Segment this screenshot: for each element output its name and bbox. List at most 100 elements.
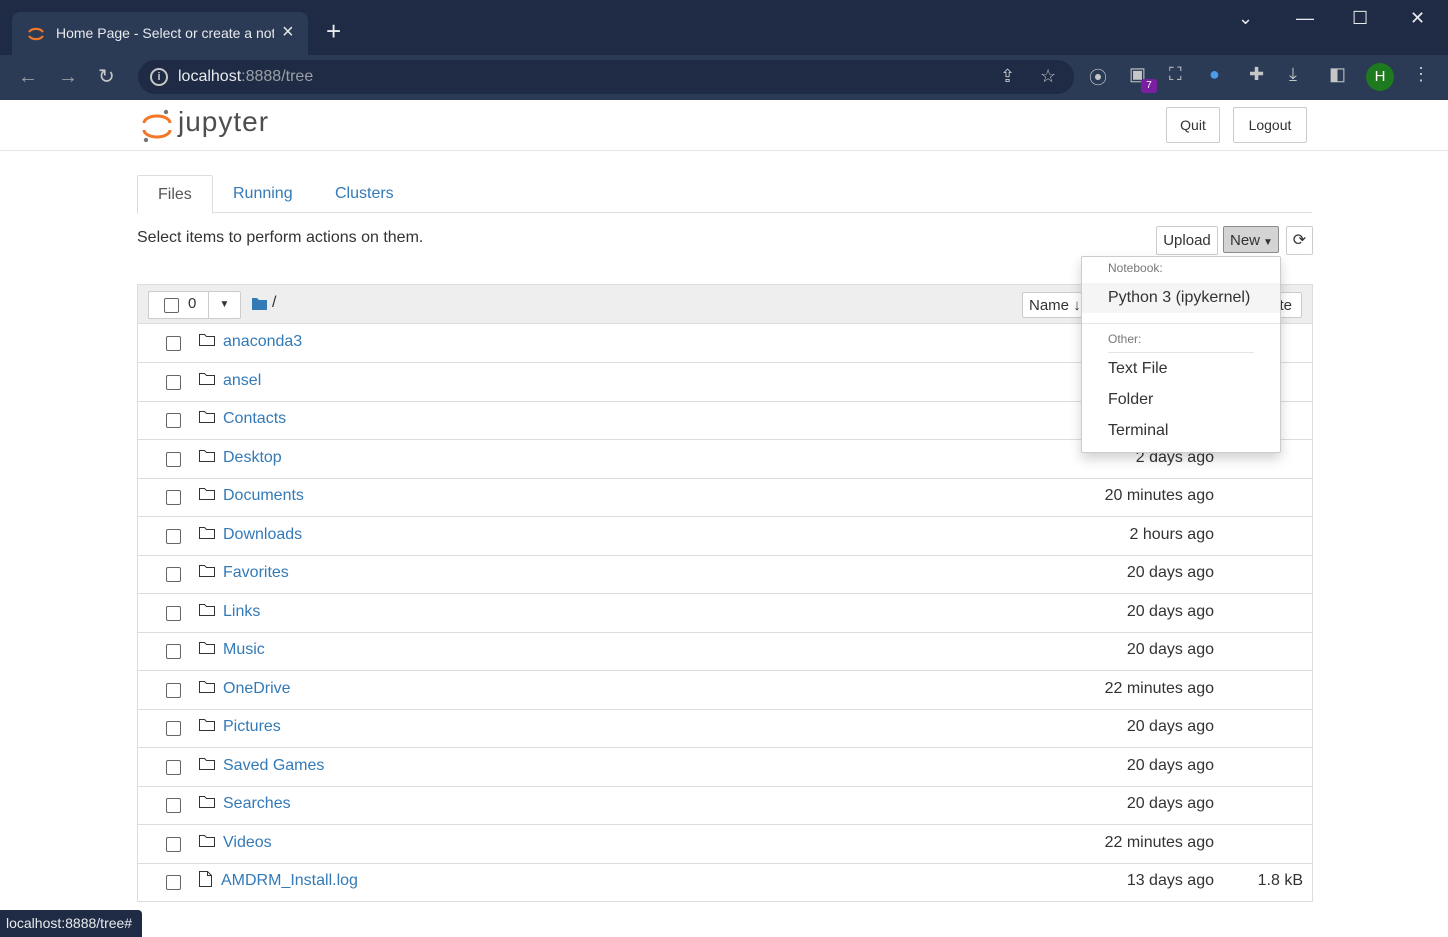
item-checkbox[interactable]	[166, 374, 181, 390]
tab-files[interactable]: Files	[137, 175, 213, 214]
select-all-checkbox[interactable]	[164, 298, 179, 313]
breadcrumb-path[interactable]: /	[272, 294, 276, 312]
list-item[interactable]: Saved Games 20 days ago	[138, 748, 1312, 787]
list-item[interactable]: Downloads 2 hours ago	[138, 517, 1312, 556]
item-checkbox[interactable]	[166, 682, 181, 698]
sort-name-label: Name	[1029, 297, 1070, 314]
tab-clusters[interactable]: Clusters	[315, 175, 414, 211]
item-name-link[interactable]: Pictures	[223, 718, 281, 736]
list-item[interactable]: Favorites 20 days ago	[138, 555, 1312, 594]
list-item[interactable]: OneDrive 22 minutes ago	[138, 671, 1312, 710]
selection-hint: Select items to perform actions on them.	[137, 229, 424, 246]
new-button[interactable]: New ▼	[1223, 226, 1279, 253]
item-name-link[interactable]: Music	[223, 641, 265, 659]
menu-item-python3[interactable]: Python 3 (ipykernel)	[1082, 283, 1280, 313]
folder-icon	[199, 449, 215, 462]
menu-item-text-file[interactable]: Text File	[1108, 360, 1168, 378]
extension-screenshot-icon[interactable]: ⛶	[1169, 64, 1182, 85]
item-name-link[interactable]: Documents	[223, 487, 304, 505]
item-checkbox[interactable]	[166, 836, 181, 852]
item-checkbox[interactable]	[166, 644, 181, 659]
file-icon	[199, 871, 212, 887]
url-path: :8888/tree	[241, 68, 314, 85]
list-item[interactable]: Searches 20 days ago	[138, 786, 1312, 825]
reload-icon[interactable]: ↻	[98, 65, 115, 89]
item-name-link[interactable]: Favorites	[223, 564, 289, 582]
item-checkbox[interactable]	[166, 798, 181, 813]
item-modified-time: 22 minutes ago	[1104, 833, 1214, 851]
item-checkbox[interactable]	[166, 875, 181, 890]
close-window-icon[interactable]: ✕	[1410, 8, 1425, 29]
item-checkbox[interactable]	[166, 721, 181, 736]
jupyter-logo-text[interactable]: jupyter	[178, 106, 269, 138]
back-icon[interactable]: ←	[18, 65, 38, 89]
profile-avatar[interactable]: H	[1366, 63, 1394, 91]
menu-item-terminal[interactable]: Terminal	[1108, 422, 1168, 440]
item-checkbox[interactable]	[166, 413, 181, 428]
forward-icon[interactable]: →	[58, 65, 78, 89]
item-checkbox[interactable]	[166, 490, 181, 505]
folder-home-icon[interactable]	[252, 297, 267, 310]
list-item[interactable]: Pictures 20 days ago	[138, 709, 1312, 748]
jupyter-logo-icon[interactable]	[142, 108, 172, 144]
tab-close-icon[interactable]: ×	[282, 20, 294, 44]
new-tab-icon[interactable]: +	[326, 18, 341, 44]
address-bar[interactable]: i localhost:8888/tree ⇪ ☆	[138, 60, 1074, 94]
upload-button[interactable]: Upload	[1156, 226, 1218, 255]
item-modified-time: 20 days ago	[1126, 756, 1214, 774]
minimize-icon[interactable]: —	[1296, 8, 1314, 29]
item-name-link[interactable]: Downloads	[223, 526, 302, 544]
item-modified-time: 22 minutes ago	[1104, 679, 1214, 697]
list-item[interactable]: Music 20 days ago	[138, 632, 1312, 671]
item-name-link[interactable]: anaconda3	[223, 333, 302, 351]
browser-tab[interactable]: Home Page - Select or create a notebook …	[12, 12, 308, 55]
item-name-link[interactable]: OneDrive	[223, 680, 291, 698]
item-name-link[interactable]: ansel	[223, 372, 261, 390]
list-item[interactable]: Documents 20 minutes ago	[138, 478, 1312, 517]
browser-menu-icon[interactable]: ⋮	[1412, 64, 1430, 85]
extensions-puzzle-icon[interactable]: ✚	[1249, 64, 1264, 85]
item-name-link[interactable]: Searches	[223, 795, 291, 813]
list-item[interactable]: Links 20 days ago	[138, 594, 1312, 633]
folder-icon	[199, 757, 215, 770]
extension-compass-icon[interactable]: ●	[1209, 64, 1220, 85]
browser-tabstrip: Home Page - Select or create a notebook …	[0, 0, 1448, 55]
item-checkbox[interactable]	[166, 451, 181, 467]
select-all-control[interactable]: 0	[148, 291, 210, 319]
logout-button[interactable]: Logout	[1233, 107, 1307, 143]
side-panel-icon[interactable]: ◧	[1329, 64, 1346, 85]
quit-button[interactable]: Quit	[1166, 107, 1220, 143]
share-icon[interactable]: ⇪	[1000, 66, 1015, 87]
item-checkbox[interactable]	[166, 605, 181, 621]
tab-running[interactable]: Running	[213, 175, 313, 211]
item-name-link[interactable]: Videos	[223, 834, 272, 852]
item-modified-time: 20 days ago	[1126, 795, 1214, 812]
item-name-link[interactable]: Contacts	[223, 410, 286, 428]
item-checkbox[interactable]	[166, 336, 181, 351]
selected-count: 0	[188, 295, 197, 312]
item-name-link[interactable]: Saved Games	[223, 757, 324, 775]
list-item[interactable]: AMDRM_Install.log 13 days ago 1.8 kB	[138, 863, 1312, 901]
item-checkbox[interactable]	[166, 759, 181, 775]
item-checkbox[interactable]	[166, 567, 181, 582]
selection-dropdown-icon[interactable]: ▼	[208, 291, 241, 319]
url-text: localhost:8888/tree	[178, 68, 313, 86]
site-info-icon[interactable]: i	[150, 68, 168, 86]
list-item[interactable]: Videos 22 minutes ago	[138, 825, 1312, 864]
extension-json-icon[interactable]: ⦿	[1089, 64, 1107, 90]
folder-icon	[199, 565, 215, 577]
item-name-link[interactable]: Desktop	[223, 449, 282, 467]
item-name-link[interactable]: AMDRM_Install.log	[221, 872, 358, 890]
item-checkbox[interactable]	[166, 528, 181, 544]
browser-toolbar: ← → ↻ i localhost:8888/tree ⇪ ☆	[0, 55, 1448, 100]
tab-search-icon[interactable]: ⌄	[1238, 8, 1253, 29]
bookmark-star-icon[interactable]: ☆	[1040, 66, 1056, 87]
sort-name-button[interactable]: Name ↓	[1022, 292, 1082, 318]
menu-item-folder[interactable]: Folder	[1108, 391, 1153, 409]
folder-icon	[199, 719, 215, 731]
refresh-icon[interactable]: ⟳	[1286, 226, 1313, 255]
item-name-link[interactable]: Links	[223, 603, 260, 621]
item-modified-time: 20 days ago	[1126, 602, 1214, 620]
maximize-icon[interactable]: ☐	[1352, 8, 1368, 29]
downloads-icon[interactable]: ⤓	[1289, 64, 1297, 85]
